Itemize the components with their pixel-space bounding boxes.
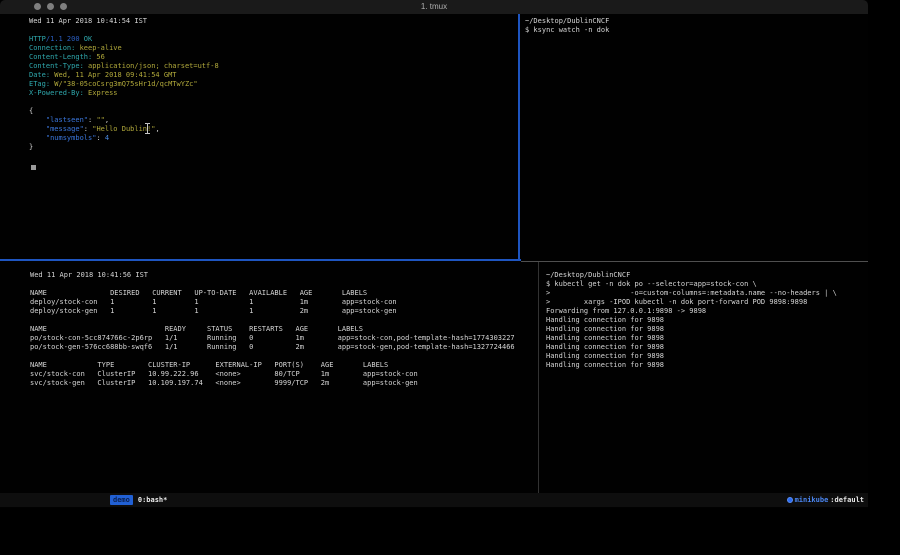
terminal-line bbox=[29, 98, 548, 107]
terminal-line: Forwarding from 127.0.0.1:9898 -> 9898 bbox=[546, 307, 874, 316]
terminal-line: NAME DESIRED CURRENT UP-TO-DATE AVAILABL… bbox=[30, 289, 568, 298]
terminal-line: svc/stock-gen ClusterIP 10.109.197.74 <n… bbox=[30, 379, 568, 388]
pane-border-vertical[interactable] bbox=[538, 262, 539, 493]
kube-context-namespace: :default bbox=[830, 496, 864, 504]
terminal-line bbox=[29, 26, 548, 35]
kubernetes-icon bbox=[787, 497, 793, 503]
terminal-line: deploy/stock-gen 1 1 1 1 2m app=stock-ge… bbox=[30, 307, 568, 316]
terminal-line: X-Powered-By: Express bbox=[29, 89, 548, 98]
pane-http-response[interactable]: Wed 11 Apr 2018 10:41:54 IST HTTP/1.1 200… bbox=[0, 14, 548, 262]
terminal-line: Handling connection for 9898 bbox=[546, 343, 874, 352]
tmux-status-bar: demo 0:bash* minikube :default bbox=[0, 493, 868, 507]
terminal-line: Wed 11 Apr 2018 10:41:56 IST bbox=[30, 271, 568, 280]
active-pane-border-horizontal[interactable] bbox=[0, 259, 521, 261]
terminal-line: ~/Desktop/DublinCNCF bbox=[546, 271, 874, 280]
terminal-line bbox=[30, 316, 568, 325]
terminal-line: "numsymbols": 4 bbox=[29, 134, 548, 143]
terminal-line bbox=[30, 280, 568, 289]
status-right-group: minikube :default bbox=[787, 496, 864, 504]
terminal-line: > -o=custom-columns=:metadata.name --no-… bbox=[546, 289, 874, 298]
terminal-line: Content-Type: application/json; charset=… bbox=[29, 62, 548, 71]
terminal-line: { bbox=[29, 107, 548, 116]
pane-border-horizontal[interactable] bbox=[521, 261, 868, 262]
terminal-line: Connection: keep-alive bbox=[29, 44, 548, 53]
terminal-block-cursor bbox=[31, 165, 36, 170]
terminal-line: "lastseen": "", bbox=[29, 116, 548, 125]
terminal-line: Handling connection for 9898 bbox=[546, 316, 874, 325]
terminal-line: po/stock-con-5cc874766c-2p6rp 1/1 Runnin… bbox=[30, 334, 568, 343]
terminal-line: po/stock-gen-576cc688bb-swqf6 1/1 Runnin… bbox=[30, 343, 568, 352]
terminal-line: svc/stock-con ClusterIP 10.99.222.96 <no… bbox=[30, 370, 568, 379]
terminal-line: Handling connection for 9898 bbox=[546, 361, 874, 370]
window-title: 1. tmux bbox=[0, 0, 868, 14]
session-name-badge: demo bbox=[110, 495, 133, 505]
terminal-line: ETag: W/"38-05coCsrg3mQ75sHr1d/qcMTwYZc" bbox=[29, 80, 548, 89]
pane-port-forward[interactable]: ~/Desktop/DublinCNCF$ kubectl get -n dok… bbox=[540, 262, 874, 501]
terminal-line: Content-Length: 56 bbox=[29, 53, 548, 62]
terminal-line: Wed 11 Apr 2018 10:41:54 IST bbox=[29, 17, 548, 26]
terminal-line: NAME READY STATUS RESTARTS AGE LABELS bbox=[30, 325, 568, 334]
terminal-line: Handling connection for 9898 bbox=[546, 352, 874, 361]
pane-ksync-watch[interactable]: ~/Desktop/DublinCNCF$ ksync watch -n dok bbox=[521, 14, 872, 262]
pane-kubectl-resources[interactable]: Wed 11 Apr 2018 10:41:56 IST NAME DESIRED… bbox=[0, 262, 568, 501]
terminal-line: $ ksync watch -n dok bbox=[525, 26, 872, 35]
terminal-line: NAME TYPE CLUSTER-IP EXTERNAL-IP PORT(S)… bbox=[30, 361, 568, 370]
kube-context-name: minikube bbox=[795, 496, 829, 504]
terminal-line: HTTP/1.1 200 OK bbox=[29, 35, 548, 44]
terminal-line: $ kubectl get -n dok po --selector=app=s… bbox=[546, 280, 874, 289]
terminal-window: 1. tmux Wed 11 Apr 2018 10:41:54 IST HTTP… bbox=[0, 0, 868, 508]
active-pane-border-vertical[interactable] bbox=[518, 14, 520, 260]
terminal-line: Date: Wed, 11 Apr 2018 09:41:54 GMT bbox=[29, 71, 548, 80]
terminal-line: Handling connection for 9898 bbox=[546, 325, 874, 334]
terminal-line: ~/Desktop/DublinCNCF bbox=[525, 17, 872, 26]
terminal-line bbox=[30, 352, 568, 361]
terminal-line: } bbox=[29, 143, 548, 152]
window-titlebar[interactable]: 1. tmux bbox=[0, 0, 868, 14]
tmux-window-tab[interactable]: 0:bash* bbox=[138, 496, 168, 504]
mouse-cursor bbox=[145, 123, 150, 134]
terminal-line: Handling connection for 9898 bbox=[546, 334, 874, 343]
terminal-line: deploy/stock-con 1 1 1 1 1m app=stock-co… bbox=[30, 298, 568, 307]
terminal-line: "message": "Hello Dublin!", bbox=[29, 125, 548, 134]
terminal-line: > xargs -IPOD kubectl -n dok port-forwar… bbox=[546, 298, 874, 307]
